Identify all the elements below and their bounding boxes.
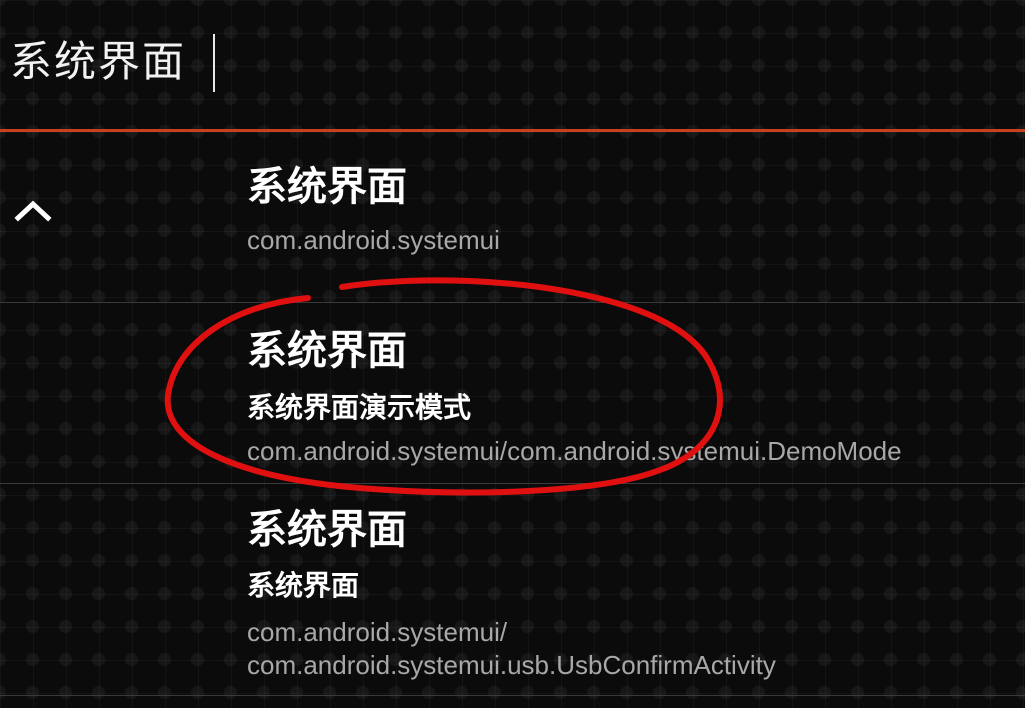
result-package: com.android.systemui: [247, 225, 500, 255]
result-title: 系统界面: [247, 328, 407, 374]
result-title: 系统界面: [247, 507, 407, 553]
divider: [0, 695, 1025, 696]
text-cursor: [213, 34, 215, 92]
search-bar: 系统界面: [0, 0, 1025, 130]
divider: [0, 483, 1025, 484]
chevron-up-icon[interactable]: [14, 196, 52, 222]
result-title: 系统界面: [247, 164, 407, 210]
app-root: 系统界面 系统界面 com.android.systemui 系统界面 系统界面…: [0, 0, 1025, 708]
divider: [0, 302, 1025, 303]
result-component: com.android.systemui/com.android.systemu…: [247, 436, 902, 466]
search-underline: [0, 129, 1025, 132]
result-activity-label: 系统界面: [247, 569, 360, 602]
result-component-line2: com.android.systemui.usb.UsbConfirmActiv…: [247, 650, 776, 680]
result-activity-label: 系统界面演示模式: [247, 391, 472, 424]
result-component-line1: com.android.systemui/: [247, 617, 508, 647]
search-input[interactable]: 系统界面: [10, 32, 186, 92]
